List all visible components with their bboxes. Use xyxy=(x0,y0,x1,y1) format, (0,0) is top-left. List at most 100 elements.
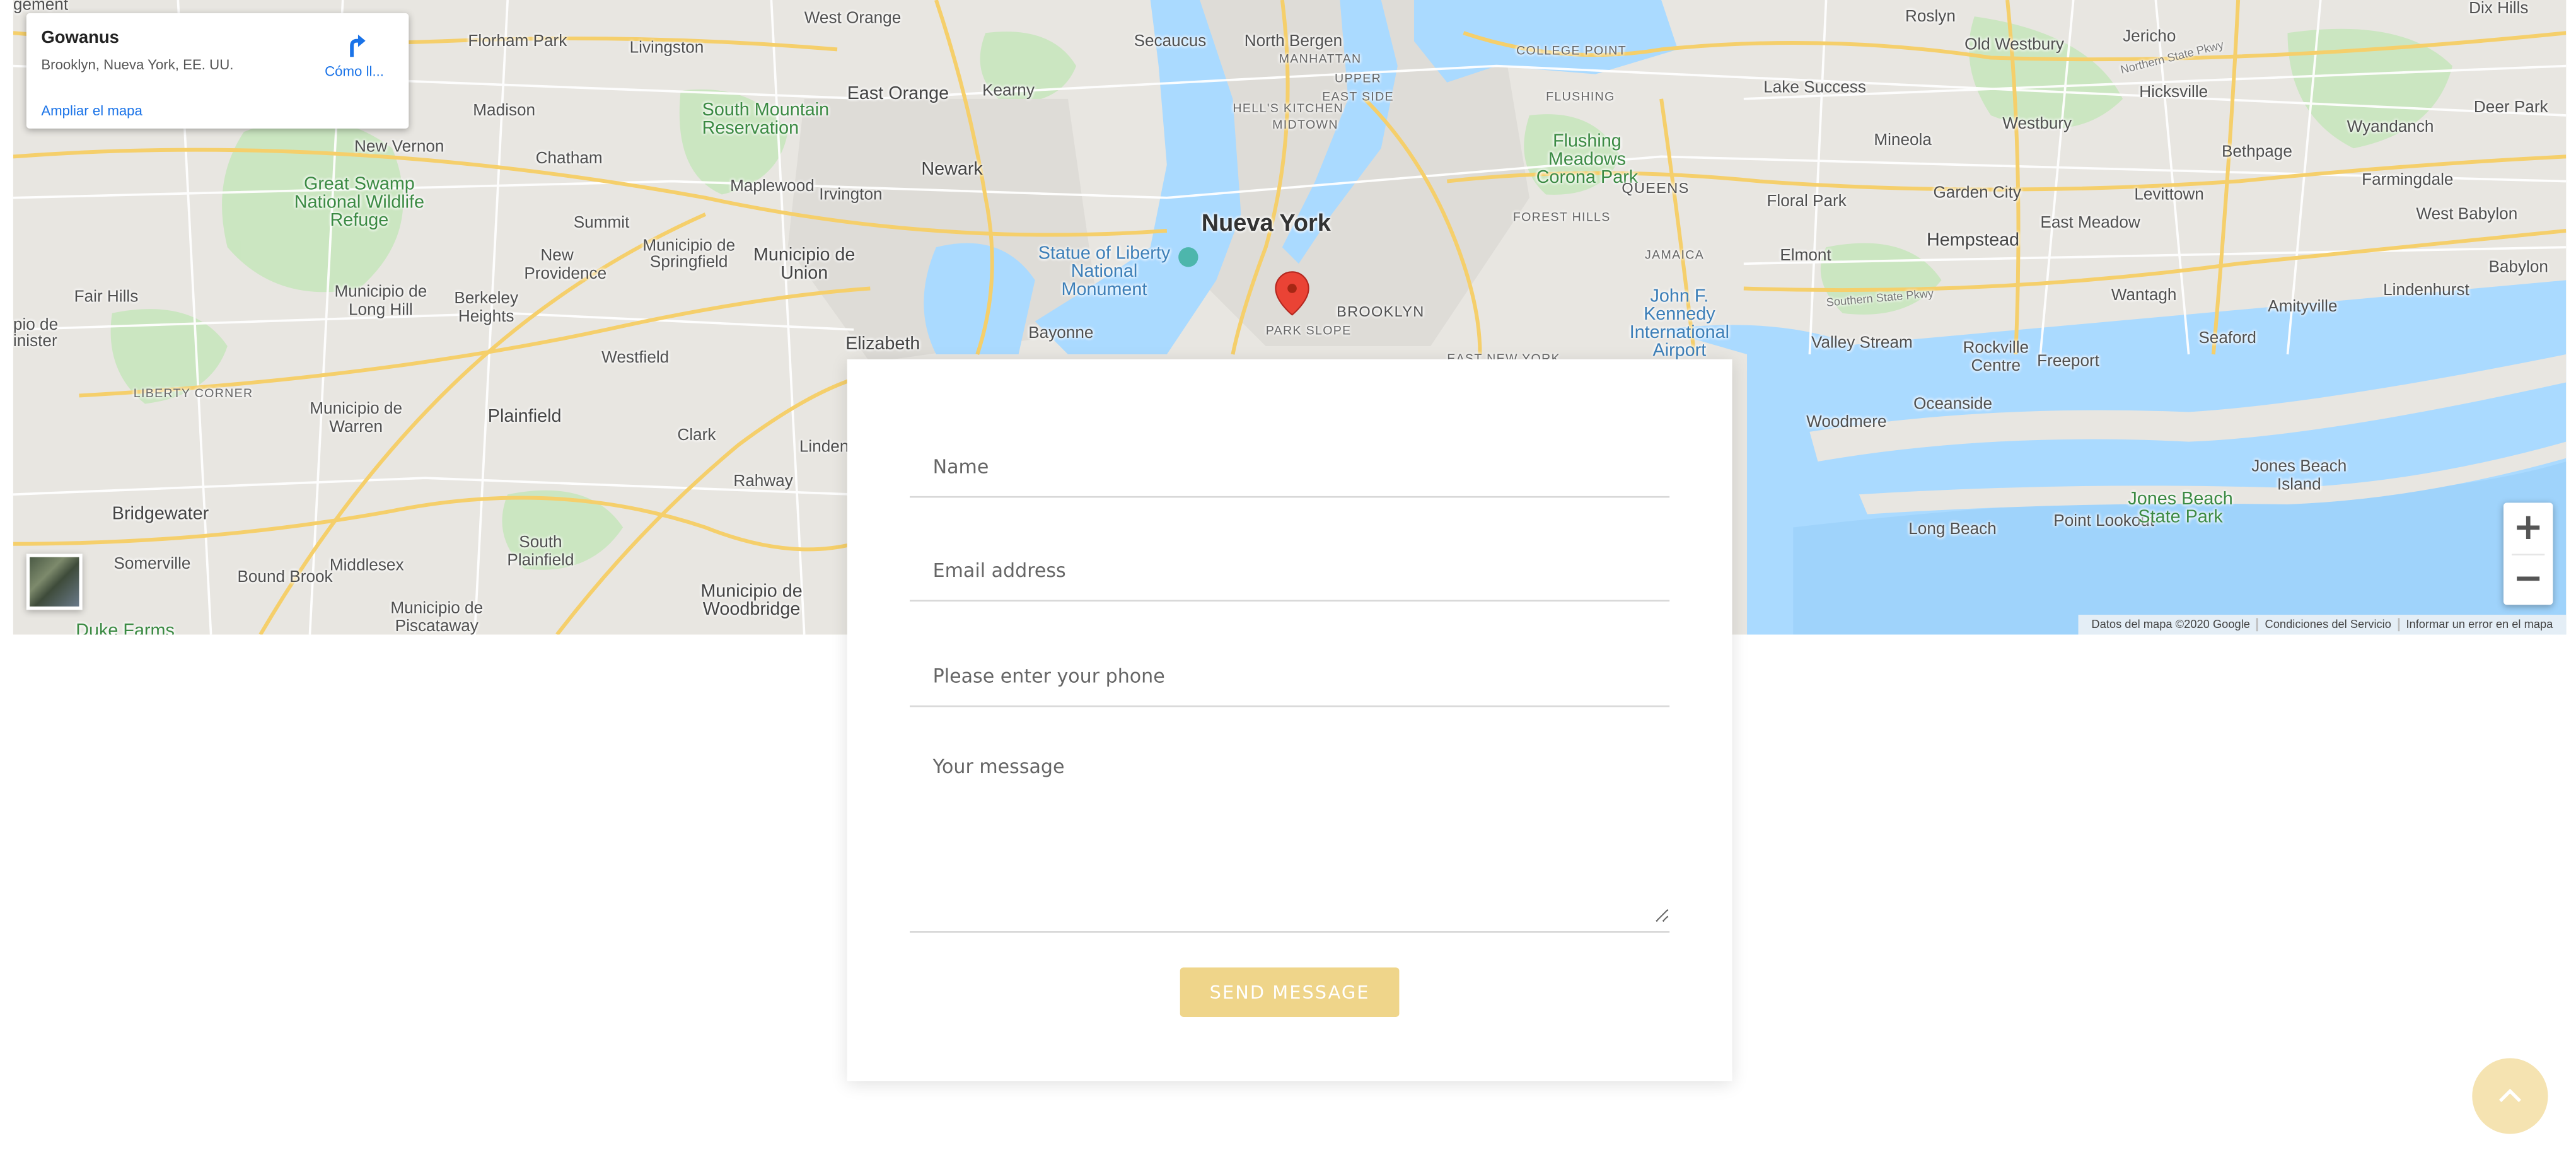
map-label: JAMAICA xyxy=(1644,247,1705,262)
map-label: Lindenhurst xyxy=(2383,282,2469,300)
map-label: Berkeley Heights xyxy=(454,290,519,327)
map-label: Middlesex xyxy=(329,557,404,576)
map-label: Newark xyxy=(921,160,983,180)
map-label: Linden xyxy=(799,438,849,457)
map-label: East Meadow xyxy=(2040,214,2140,233)
map-label: South Mountain Reservation xyxy=(702,100,830,139)
map-label: Long Beach xyxy=(1908,521,1997,539)
map-label: inister xyxy=(13,333,57,351)
map-label: Nueva York xyxy=(1201,211,1331,238)
map-label: MIDTOWN xyxy=(1272,117,1338,132)
terms-link[interactable]: Condiciones del Servicio xyxy=(2258,619,2398,630)
map-label: Elizabeth xyxy=(845,334,920,355)
contact-form: SEND MESSAGE xyxy=(847,359,1732,1081)
map-label: Somerville xyxy=(113,555,191,574)
map-label: pio de xyxy=(13,316,59,335)
map-label: North Bergen xyxy=(1244,33,1343,52)
map-label: Levittown xyxy=(2134,186,2204,205)
map-label: Roslyn xyxy=(1905,8,1956,26)
map-label: Deer Park xyxy=(2473,98,2548,117)
map-label: Woodmere xyxy=(1806,414,1887,432)
map-label: COLLEGE POINT xyxy=(1516,42,1627,58)
map-label: Mineola xyxy=(1874,132,1932,150)
directions-icon xyxy=(350,34,366,57)
map-label: QUEENS xyxy=(1622,179,1690,197)
enlarge-map-link[interactable]: Ampliar el mapa xyxy=(41,102,142,119)
map-label: Jericho xyxy=(2123,28,2176,47)
map-label: Maplewood xyxy=(730,178,815,197)
send-message-button[interactable]: SEND MESSAGE xyxy=(1180,967,1400,1017)
zoom-controls: + − xyxy=(2503,502,2553,605)
map-label: Summit xyxy=(573,214,630,233)
map-label: Irvington xyxy=(819,186,883,205)
map-label: Municipio de Warren xyxy=(310,400,403,437)
map-label: Valley Stream xyxy=(1811,334,1913,353)
map-label: Chatham xyxy=(535,149,603,168)
directions-button[interactable]: Cómo ll... xyxy=(315,30,393,79)
map-label: Wyandanch xyxy=(2347,119,2434,137)
scroll-to-top-button[interactable] xyxy=(2472,1058,2548,1134)
phone-input[interactable] xyxy=(910,646,1670,705)
place-info-card: Gowanus Brooklyn, Nueva York, EE. UU. Có… xyxy=(26,13,409,129)
map-label: LIBERTY CORNER xyxy=(133,385,253,401)
map-label: Freeport xyxy=(2037,352,2099,371)
map-label: West Orange xyxy=(804,9,902,28)
place-address: Brooklyn, Nueva York, EE. UU. xyxy=(41,55,234,73)
map-label: FLUSHING xyxy=(1546,89,1615,104)
map-label: Garden City xyxy=(1933,184,2021,203)
map-label: Farmingdale xyxy=(2362,171,2454,190)
map-label: FOREST HILLS xyxy=(1512,209,1611,224)
map-label: Municipio de Piscataway xyxy=(390,600,484,635)
map-label: Old Westbury xyxy=(1964,36,2064,55)
map-label: Municipio de Springfield xyxy=(642,237,736,272)
map-label: Duke Farms xyxy=(76,621,175,635)
message-field-wrapper xyxy=(910,741,1670,933)
name-input[interactable] xyxy=(910,436,1670,496)
map-label: Jones Beach Island xyxy=(2251,458,2347,495)
map-data-credit: Datos del mapa ©2020 Google xyxy=(2091,618,2250,630)
map-label: Statue of Liberty National Monument xyxy=(1038,243,1171,300)
chevron-up-icon xyxy=(2498,1088,2521,1103)
map-label: Babylon xyxy=(2488,258,2548,277)
satellite-view-toggle[interactable] xyxy=(26,554,83,610)
map-label: Florham Park xyxy=(468,33,567,52)
map-label: South Plainfield xyxy=(507,534,574,571)
map-label: Madison xyxy=(473,102,536,120)
map-label: Great Swamp National Wildlife Refuge xyxy=(294,175,424,231)
map-label: Floral Park xyxy=(1767,192,1847,211)
map-label: Fair Hills xyxy=(74,288,139,307)
map-label: Westfield xyxy=(601,349,670,368)
map-label: Municipio de Woodbridge xyxy=(700,581,803,620)
map-label: Westbury xyxy=(2002,115,2072,134)
directions-label: Cómo ll... xyxy=(325,62,384,79)
email-input[interactable] xyxy=(910,540,1670,600)
map-label: New Providence xyxy=(524,247,607,284)
report-error-link[interactable]: Informar un error en el mapa xyxy=(2399,619,2560,630)
map-attribution-bar: Datos del mapa ©2020 Google Condiciones … xyxy=(2078,615,2567,635)
map-label: Plainfield xyxy=(487,407,562,427)
map-label: Lake Success xyxy=(1763,79,1866,98)
map-label: Rockville Centre xyxy=(1963,339,2029,376)
map-label: BROOKLYN xyxy=(1337,303,1425,320)
map-label: John F. Kennedy International Airport xyxy=(1629,286,1729,361)
map-label: Hicksville xyxy=(2139,84,2208,103)
map-label: Bayonne xyxy=(1028,324,1094,343)
map-label: Jones Beach State Park xyxy=(2128,489,2233,528)
map-label: New Vernon xyxy=(354,138,444,157)
map-label: Secaucus xyxy=(1134,33,1207,52)
zoom-in-button[interactable]: + xyxy=(2503,502,2553,552)
map-label: Bethpage xyxy=(2221,143,2292,162)
map-label: Rahway xyxy=(733,473,793,492)
place-title: Gowanus xyxy=(41,28,119,48)
map-label: Wantagh xyxy=(2111,286,2177,305)
zoom-out-button[interactable]: − xyxy=(2503,554,2553,603)
page: gement pio de inister West Orange Secauc… xyxy=(0,0,2576,1167)
map-label: Hempstead xyxy=(1927,230,2020,251)
map-label: Livingston xyxy=(629,39,704,58)
name-field-wrapper xyxy=(910,436,1670,498)
map-label: Amityville xyxy=(2268,298,2338,316)
map-label: Oceanside xyxy=(1913,395,1993,414)
email-field-wrapper xyxy=(910,540,1670,602)
message-textarea[interactable] xyxy=(910,741,1670,923)
map-label: Municipio de Long Hill xyxy=(334,283,427,320)
